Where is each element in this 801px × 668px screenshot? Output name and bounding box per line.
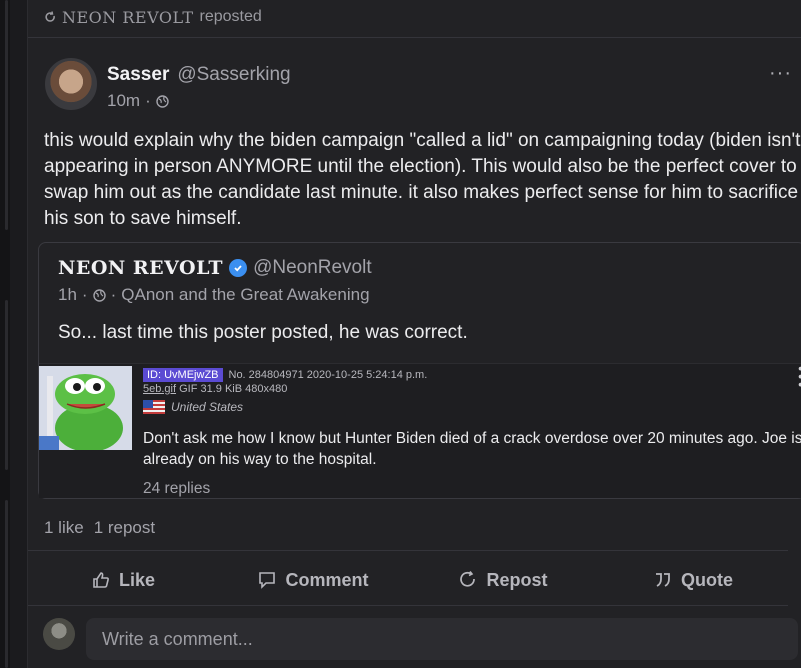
meta-separator: · (81, 285, 88, 304)
chan-post-text: Don't ask me how I know but Hunter Biden… (143, 430, 801, 468)
repost-header: NEON REVOLT reposted (44, 6, 262, 28)
quoted-group-link[interactable]: QAnon and the Great Awakening (121, 285, 369, 305)
quoted-author-handle[interactable]: @NeonRevolt (253, 257, 372, 279)
chan-post-meta: No. 284804971 2020-10-25 5:24:14 p.m. (228, 369, 428, 381)
repost-label: Repost (486, 569, 548, 590)
rail-segment (5, 0, 8, 230)
quoted-author: NEON REVOLT @NeonRevolt (58, 257, 372, 279)
poster-id-badge: ID: UvMEjwZB (143, 368, 223, 382)
post-body: this would explain why the biden campaig… (44, 130, 801, 229)
repost-button[interactable]: Repost (408, 565, 598, 595)
reposts-count[interactable]: 1 repost (94, 518, 155, 538)
rail-segment (5, 500, 8, 668)
divider (28, 550, 788, 551)
rail-segment (5, 300, 8, 470)
chan-replies-count: 24 replies (143, 480, 211, 497)
post-stats: 1 like 1 repost (44, 518, 155, 538)
divider (28, 37, 801, 38)
comment-icon (259, 572, 276, 589)
quoted-post[interactable]: NEON REVOLT @NeonRevolt 1h · · QAnon and… (38, 242, 801, 499)
quoted-time[interactable]: 1h (58, 285, 77, 305)
likes-count[interactable]: 1 like (44, 518, 84, 538)
quote-label: Quote (681, 569, 733, 590)
thumbs-up-icon (93, 572, 109, 588)
globe-icon (156, 94, 169, 108)
quoted-meta: 1h · · QAnon and the Great Awakening (58, 285, 370, 305)
chan-country: United States (143, 400, 243, 414)
like-label: Like (118, 569, 156, 590)
comment-input[interactable]: Write a comment... (86, 618, 798, 660)
repost-icon (45, 11, 55, 22)
frog-thumbnail (39, 366, 132, 450)
meta-separator: · (145, 91, 151, 110)
repost-icon (460, 571, 476, 587)
post-author: Sasser @Sasserking (107, 64, 291, 86)
chan-file-details: GIF 31.9 KiB 480x480 (179, 383, 288, 395)
author-handle[interactable]: @Sasserking (177, 64, 290, 86)
chan-file-info: 5eb.gif GIF 31.9 KiB 480x480 (143, 383, 287, 395)
quoted-text: So... last time this poster posted, he w… (58, 322, 468, 343)
left-rail (0, 0, 10, 668)
attached-image[interactable]: ID: UvMEjwZB No. 284804971 2020-10-25 5:… (39, 361, 801, 498)
commenter-avatar (43, 618, 75, 650)
quote-icon (656, 573, 670, 587)
comment-label: Comment (285, 569, 369, 590)
divider (28, 605, 788, 606)
quoted-author-name[interactable]: NEON REVOLT (58, 257, 223, 279)
action-bar: Like Comment Repost Quote (28, 565, 788, 595)
globe-icon (92, 288, 106, 302)
repost-label: reposted (199, 8, 262, 25)
author-name[interactable]: Sasser (107, 64, 169, 86)
us-flag-icon (143, 400, 165, 414)
quote-button[interactable]: Quote (598, 565, 788, 595)
verified-badge-icon (229, 259, 248, 277)
meta-separator: · (110, 285, 117, 304)
reposter-name[interactable]: NEON REVOLT (62, 8, 194, 27)
chan-file-name: 5eb.gif (143, 383, 177, 395)
like-button[interactable]: Like (28, 565, 218, 595)
post-meta: 10m · (107, 91, 169, 111)
comment-button[interactable]: Comment (218, 565, 408, 595)
author-avatar[interactable] (45, 58, 97, 110)
more-options-button[interactable]: ··· (769, 62, 792, 85)
post-card: NEON REVOLT reposted Sasser @Sasserking … (27, 0, 801, 668)
post-time[interactable]: 10m (107, 91, 140, 111)
chan-country-name: United States (171, 400, 244, 414)
chan-post-header: ID: UvMEjwZB No. 284804971 2020-10-25 5:… (143, 368, 427, 382)
